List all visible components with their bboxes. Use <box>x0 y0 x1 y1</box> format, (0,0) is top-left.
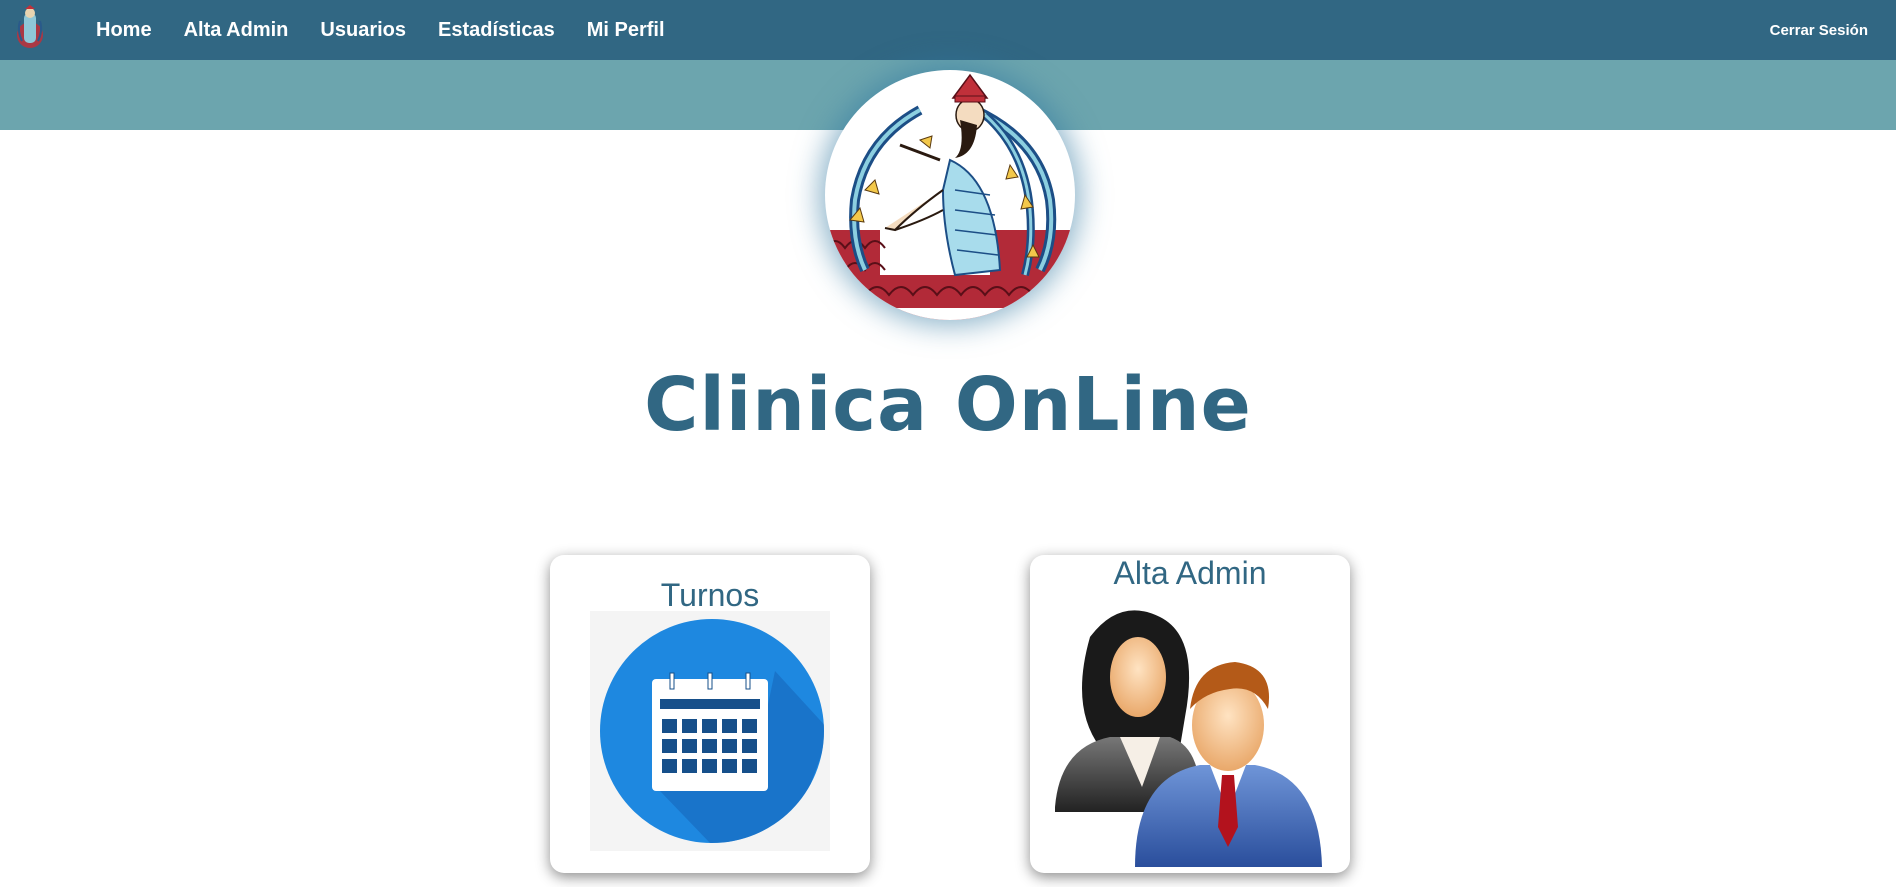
nav-home[interactable]: Home <box>96 19 152 42</box>
nav-usuarios[interactable]: Usuarios <box>320 19 406 42</box>
nav-mi-perfil[interactable]: Mi Perfil <box>587 19 665 42</box>
page-title: Clinica OnLine <box>644 362 1252 448</box>
alta-admin-card[interactable]: Alta Admin <box>1030 555 1350 873</box>
alta-admin-card-title: Alta Admin <box>1113 555 1267 591</box>
users-icon <box>1050 597 1340 873</box>
calendar-icon <box>590 611 830 851</box>
logo-icon[interactable] <box>14 5 46 53</box>
logout-link[interactable]: Cerrar Sesión <box>1770 0 1868 60</box>
nav-alta-admin[interactable]: Alta Admin <box>184 19 289 42</box>
hero-logo-image <box>825 70 1075 320</box>
turnos-card[interactable]: Turnos <box>550 555 870 873</box>
navbar: Home Alta Admin Usuarios Estadísticas Mi… <box>0 0 1896 60</box>
nav-estadisticas[interactable]: Estadísticas <box>438 19 555 42</box>
turnos-card-title: Turnos <box>660 577 760 613</box>
nav-links: Home Alta Admin Usuarios Estadísticas Mi… <box>96 0 697 60</box>
